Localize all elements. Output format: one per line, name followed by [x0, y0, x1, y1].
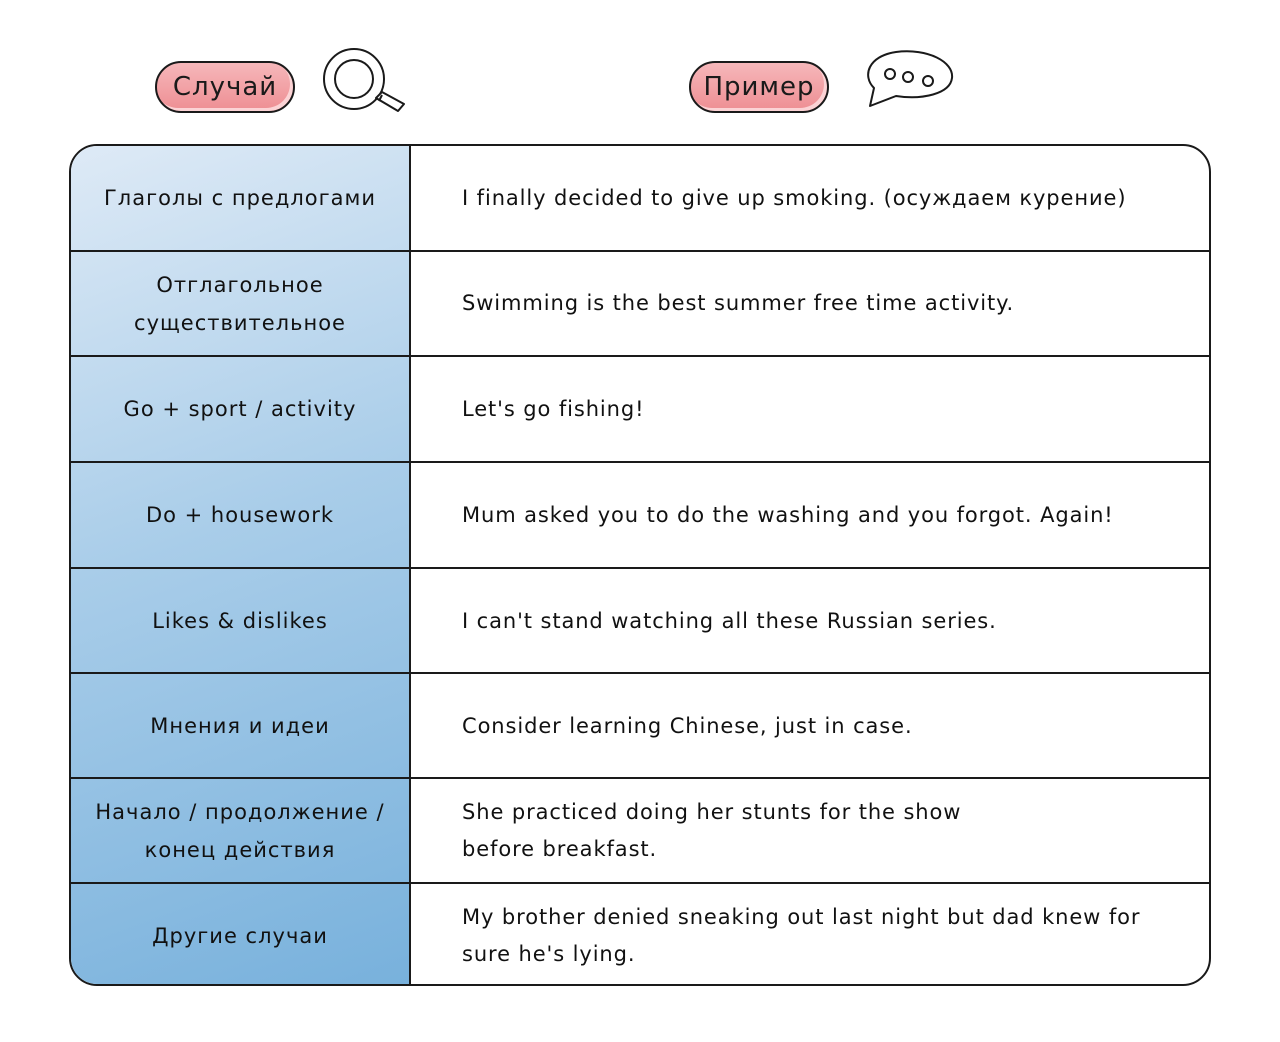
case-cell: Другие случаи: [152, 924, 328, 948]
case-cell: Глаголы с предлогами: [103, 186, 377, 210]
case-column-label: Случай: [155, 61, 295, 113]
table-row: Начало / продолжение / конец действия Sh…: [71, 779, 1209, 883]
case-cell: Мнения и идеи: [150, 714, 330, 738]
example-cell: Swimming is the best summer free time ac…: [462, 291, 1015, 315]
example-column-label: Пример: [689, 61, 829, 113]
table-row: Likes & dislikes I can't stand watching …: [71, 569, 1209, 673]
case-cell: Go + sport / activity: [123, 397, 357, 421]
table-row: Мнения и идеи Consider learning Chinese,…: [71, 674, 1209, 778]
case-cell: Likes & dislikes: [152, 609, 328, 633]
table-row: Другие случаи My brother denied sneaking…: [71, 884, 1209, 984]
speech-bubble-icon: [867, 50, 954, 107]
usage-table: Глаголы с предлогами I finally decided t…: [69, 144, 1211, 986]
example-cell: Consider learning Chinese, just in case.: [462, 713, 913, 738]
example-cell: I finally decided to give up smoking. (о…: [462, 185, 1127, 210]
magnifier-icon: [323, 48, 405, 112]
example-cell: She practiced doing her stunts for the s…: [462, 800, 962, 861]
example-cell: My brother denied sneaking out last nigh…: [462, 905, 1141, 966]
table-row: Отглагольное существительное Swimming is…: [71, 252, 1209, 355]
table-row: Do + housework Mum asked you to do the w…: [71, 463, 1209, 567]
table-row: Go + sport / activity Let's go fishing!: [71, 357, 1209, 461]
example-cell: I can't stand watching all these Russian…: [462, 608, 997, 633]
case-cell: Начало / продолжение / конец действия: [95, 800, 385, 862]
case-cell: Do + housework: [145, 503, 335, 527]
table-row: Глаголы с предлогами I finally decided t…: [71, 146, 1209, 250]
example-cell: Mum asked you to do the washing and you …: [462, 502, 1114, 527]
case-cell: Отглагольное существительное: [134, 272, 346, 335]
example-cell: Let's go fishing!: [462, 396, 645, 421]
